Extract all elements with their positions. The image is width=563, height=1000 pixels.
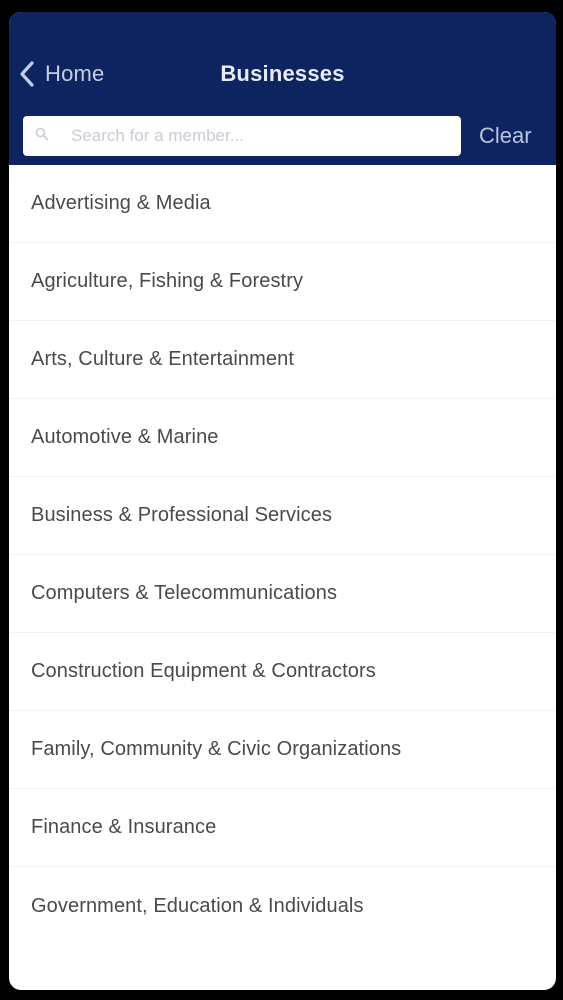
back-button[interactable]: Home xyxy=(19,56,105,92)
list-item-advertising-media[interactable]: Advertising & Media xyxy=(9,165,556,243)
back-label: Home xyxy=(45,61,105,86)
list-item-label: Family, Community & Civic Organizations xyxy=(31,738,402,760)
navigation-bar: Home Businesses Clear xyxy=(9,12,556,165)
list-item-label: Agriculture, Fishing & Forestry xyxy=(31,270,304,292)
list-item-label: Business & Professional Services xyxy=(31,504,333,526)
list-item-business-professional-services[interactable]: Business & Professional Services xyxy=(9,477,556,555)
clear-button[interactable]: Clear xyxy=(479,116,532,156)
list-item-label: Arts, Culture & Entertainment xyxy=(31,348,295,370)
list-item-family-community-civic[interactable]: Family, Community & Civic Organizations xyxy=(9,711,556,789)
search-bar[interactable] xyxy=(23,116,461,156)
list-item-label: Automotive & Marine xyxy=(31,426,219,448)
chevron-left-icon xyxy=(19,60,35,88)
search-input[interactable] xyxy=(69,125,453,147)
category-list: Advertising & Media Agriculture, Fishing… xyxy=(9,165,556,945)
list-item-computers-telecommunications[interactable]: Computers & Telecommunications xyxy=(9,555,556,633)
app-screen: Home Businesses Clear Advertising & Medi… xyxy=(9,12,556,990)
list-item-label: Finance & Insurance xyxy=(31,816,217,838)
list-item-government-education-individuals[interactable]: Government, Education & Individuals xyxy=(9,867,556,945)
list-item-label: Advertising & Media xyxy=(31,192,211,214)
list-item-finance-insurance[interactable]: Finance & Insurance xyxy=(9,789,556,867)
list-item-label: Computers & Telecommunications xyxy=(31,582,338,604)
search-icon xyxy=(35,127,49,146)
list-item-arts-culture-entertainment[interactable]: Arts, Culture & Entertainment xyxy=(9,321,556,399)
list-item-automotive-marine[interactable]: Automotive & Marine xyxy=(9,399,556,477)
list-item-label: Construction Equipment & Contractors xyxy=(31,660,376,682)
list-item-construction-equipment-contractors[interactable]: Construction Equipment & Contractors xyxy=(9,633,556,711)
list-item-label: Government, Education & Individuals xyxy=(31,894,364,917)
list-item-agriculture-fishing-forestry[interactable]: Agriculture, Fishing & Forestry xyxy=(9,243,556,321)
